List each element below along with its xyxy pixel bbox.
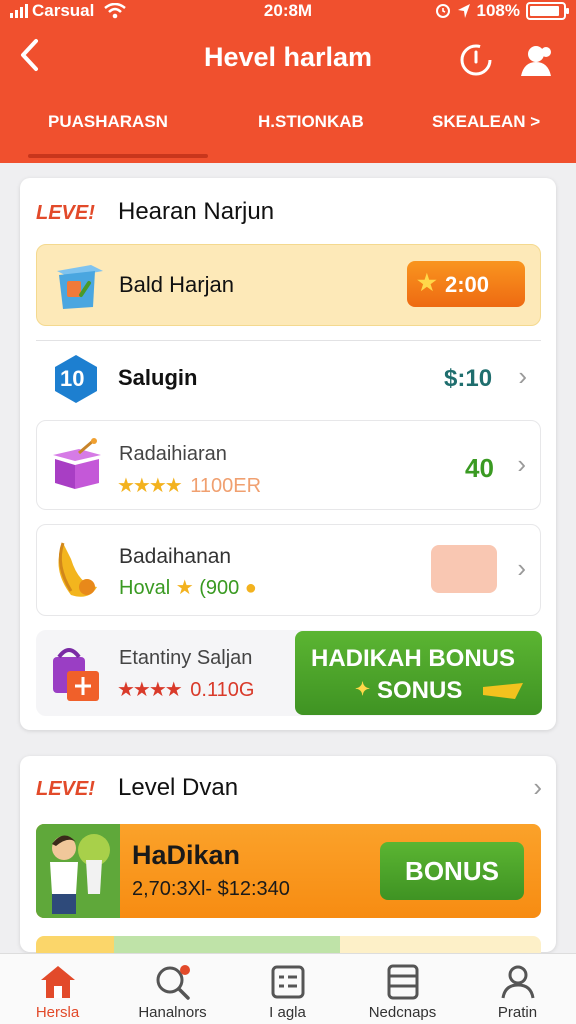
chevron-right-icon: ›	[518, 361, 527, 391]
nav-list[interactable]: I agla	[230, 954, 345, 1024]
nav-label: Nedcnaps	[368, 1004, 437, 1021]
promo-button-label: BONUS	[405, 856, 499, 886]
list-item[interactable]: 10 Salugin $:10 ›	[36, 340, 541, 414]
banana-icon	[58, 542, 97, 597]
level-tag: LEVE!	[36, 202, 95, 224]
item-name: Radaihiaran	[119, 443, 227, 465]
chevron-right-icon[interactable]: ›	[533, 772, 542, 803]
account-button[interactable]	[516, 42, 552, 78]
item-name: Salugin	[118, 365, 198, 390]
bonus-line-1: HADIKAH BONUS	[311, 645, 515, 672]
spark-icon: ✦	[355, 679, 371, 699]
star-icon: ★	[175, 577, 200, 599]
refresh-icon	[460, 44, 492, 76]
value-placeholder	[431, 545, 497, 593]
item-value: $:10	[444, 365, 493, 392]
chevron-right-icon: ›	[517, 449, 526, 479]
nav-label: I agla	[269, 1004, 306, 1021]
profile-icon	[501, 965, 535, 999]
nav-documents[interactable]: Nedcnaps	[345, 954, 460, 1024]
star-icon: ★	[417, 270, 437, 295]
level-card-1: LEVE! Hearan Narjun Bald Harjan ★ 2:00 1…	[20, 178, 556, 730]
featured-name: Bald Harjan	[119, 272, 234, 297]
nav-label: Hersla	[35, 1004, 80, 1021]
list-item[interactable]: Etantiny Saljan ★★★★ 0.110G HADIKAH BONU…	[36, 630, 542, 716]
battery-percent: 108%	[476, 1, 520, 20]
home-icon	[41, 966, 75, 998]
tab-bar: PUASHARASN H.STIONKAB SKEALEAN >	[0, 112, 576, 142]
nav-label: Pratin	[497, 1004, 538, 1021]
list-item[interactable]: Badaihanan Hoval ★ (900 ● ›	[36, 524, 541, 616]
card-title: Level Dvan	[118, 774, 239, 801]
alarm-icon	[435, 4, 450, 18]
item-sub: 0.110G	[190, 679, 255, 701]
item-name: Badaihanan	[119, 545, 232, 568]
item-name: Etantiny Saljan	[119, 647, 253, 669]
chevron-right-icon: ›	[517, 553, 526, 583]
bonus-button[interactable]: HADIKAH BONUS ✦ SONUS	[295, 631, 542, 715]
status-bar: Carsual 20:8M 108%	[0, 0, 576, 24]
promo-title: HaDikan	[132, 840, 241, 870]
tab-2[interactable]: H.STIONKAB	[258, 112, 364, 132]
level-card-2: LEVE! Level Dvan › HaDikan 2,70:3Xl- $12…	[20, 756, 556, 952]
featured-button[interactable]: ★ 2:00	[407, 261, 525, 307]
level-tag: LEVE!	[36, 778, 95, 800]
card-title: Hearan Narjun	[118, 198, 275, 225]
featured-button-label: 2:00	[445, 272, 490, 297]
document-icon	[387, 964, 419, 1000]
tab-1[interactable]: PUASHARASN	[48, 112, 168, 132]
battery-icon	[526, 2, 569, 20]
search-icon	[156, 965, 190, 1000]
promo-banner[interactable]: HaDikan 2,70:3Xl- $12:340 BONUS	[36, 824, 541, 918]
gift-box-icon	[53, 438, 101, 489]
bonus-line-2: SONUS	[377, 677, 463, 704]
bottom-nav: Hersla Hanalnors I agla Nedcnaps Pratin	[0, 953, 576, 1024]
refresh-button[interactable]	[458, 42, 494, 78]
promo-sub: 2,70:3Xl- $12:340	[132, 878, 290, 900]
nav-bar: Hevel harlam	[0, 30, 576, 86]
app-header: Carsual 20:8M 108% Hevel harlam PUASHARA	[0, 0, 576, 163]
item-rating: ★★★★ 1100ER	[117, 473, 261, 498]
list-icon	[271, 965, 305, 999]
tab-3[interactable]: SKEALEAN >	[432, 112, 540, 132]
nav-search[interactable]: Hanalnors	[115, 954, 230, 1024]
gift-bag-icon	[53, 648, 99, 701]
badge-text: 10	[60, 366, 85, 391]
rating-stars: ★★★★	[117, 679, 183, 701]
box-icon	[57, 265, 103, 309]
item-sub-row: Hoval ★ (900 ●	[119, 575, 257, 600]
item-sub: 1100ER	[190, 475, 262, 497]
nav-home[interactable]: Hersla	[0, 954, 115, 1024]
character-illustration	[36, 824, 120, 918]
item-sub-label: Hoval	[119, 577, 171, 599]
active-tab-indicator	[28, 154, 208, 158]
user-icon	[521, 46, 551, 76]
item-sub-value: (900	[199, 577, 240, 599]
rating-stars: ★★★★	[117, 475, 183, 497]
item-rating: ★★★★ 0.110G	[117, 677, 254, 702]
coin-bag-icon: ●	[244, 577, 257, 599]
arrow-icon	[483, 683, 523, 699]
location-icon	[457, 4, 470, 18]
nav-profile[interactable]: Pratin	[460, 954, 575, 1024]
status-right: 108%	[435, 1, 569, 21]
list-item[interactable]: Radaihiaran ★★★★ 1100ER 40 ›	[36, 420, 541, 510]
featured-item[interactable]: Bald Harjan ★ 2:00	[36, 244, 541, 326]
item-value: 40	[465, 453, 494, 483]
promo-bonus-button[interactable]: BONUS	[380, 842, 524, 900]
nav-label: Hanalnors	[138, 1004, 207, 1021]
